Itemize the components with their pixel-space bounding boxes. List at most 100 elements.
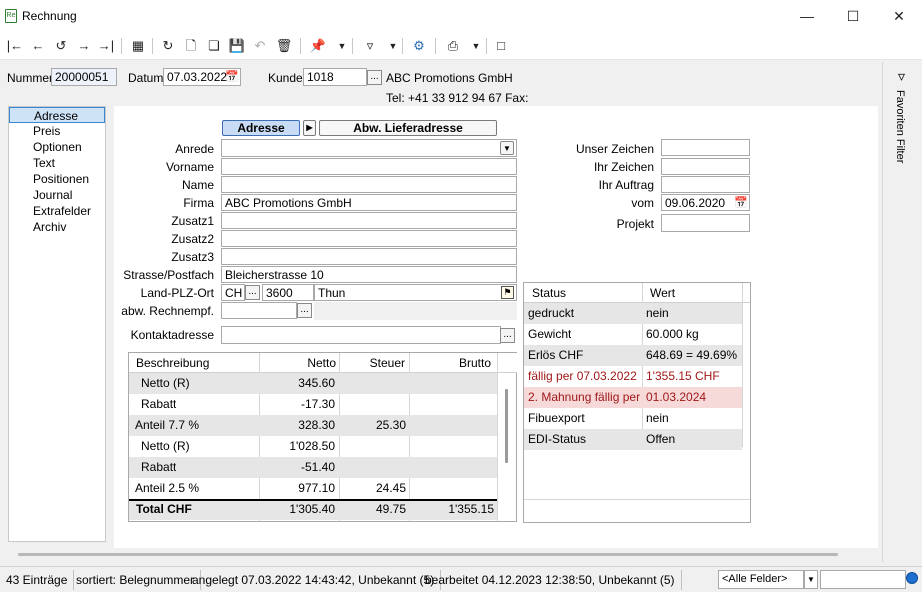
column-header-brutto[interactable]: Brutto	[409, 353, 491, 373]
search-input[interactable]	[820, 570, 906, 589]
ihr-auftrag-field[interactable]	[661, 176, 750, 193]
column-header-netto[interactable]: Netto	[261, 353, 336, 373]
print-dropdown-icon[interactable]: ▼	[466, 36, 486, 56]
map-icon[interactable]: ⚑	[501, 286, 514, 299]
column-header-beschreibung[interactable]: Beschreibung	[136, 353, 209, 373]
search-go-icon[interactable]	[906, 572, 918, 584]
chevron-down-icon[interactable]: ▼	[500, 141, 514, 155]
zusatz3-field[interactable]	[221, 248, 517, 265]
nav-item-preis[interactable]: Preis	[9, 123, 105, 139]
zusatz1-label: Zusatz1	[171, 214, 214, 228]
total-row[interactable]: Total CHF 1'305.40 49.75 1'355.15	[129, 499, 497, 520]
undo-icon[interactable]: ↶	[250, 36, 270, 56]
refresh-icon[interactable]: ↻	[158, 36, 178, 56]
land-field[interactable]: CH	[221, 284, 245, 301]
record-count: 43 Einträge	[0, 570, 75, 590]
kunde-contact: Tel: +41 33 912 94 67 Fax:	[386, 91, 529, 105]
table-row[interactable]: gedruckt nein	[524, 303, 742, 324]
print-icon[interactable]: ⎙	[443, 36, 463, 56]
export-icon[interactable]: □	[491, 36, 511, 56]
table-row[interactable]: Erlös CHF 648.69 = 49.69%	[524, 345, 742, 366]
search-field-select[interactable]: <Alle Felder>	[718, 570, 804, 589]
nav-item-positionen[interactable]: Positionen	[9, 171, 105, 187]
table-row[interactable]: Anteil 2.5 % 977.10 24.45	[129, 478, 497, 499]
table-view-icon[interactable]: ▦	[128, 36, 148, 56]
firma-field[interactable]: ABC Promotions GmbH	[221, 194, 517, 211]
projekt-field[interactable]	[661, 214, 750, 232]
nav-item-adresse[interactable]: Adresse	[9, 107, 105, 123]
favorites-filter-panel[interactable]: ▿ Favoriten Filter	[882, 62, 922, 562]
nav-item-text[interactable]: Text	[9, 155, 105, 171]
ihr-zeichen-field[interactable]	[661, 158, 750, 175]
rechnempf-lookup-button[interactable]: ...	[297, 303, 312, 318]
vorname-field[interactable]	[221, 158, 517, 175]
pin-dropdown-icon[interactable]: ▼	[332, 36, 352, 56]
table-row[interactable]: Gewicht 60.000 kg	[524, 324, 742, 345]
kontakt-lookup-button[interactable]: ...	[500, 328, 515, 343]
history-icon[interactable]: ↺	[51, 36, 71, 56]
land-lookup-button[interactable]: ...	[245, 285, 260, 300]
table-row[interactable]: EDI-Status Offen	[524, 429, 742, 450]
last-record-icon[interactable]: →|	[96, 36, 116, 56]
status-table[interactable]: Status Wert gedruckt nein Gewicht 60.000…	[523, 282, 751, 523]
kunde-field[interactable]: 1018	[303, 68, 367, 86]
horizontal-scrollbar[interactable]	[18, 553, 838, 556]
name-field[interactable]	[221, 176, 517, 193]
ort-field[interactable]: Thun	[314, 284, 517, 301]
nav-item-extrafelder[interactable]: Extrafelder	[9, 203, 105, 219]
column-header-wert[interactable]: Wert	[650, 283, 675, 303]
delete-document-icon[interactable]: 🗑	[274, 36, 294, 56]
ihr-auftrag-label: Ihr Auftrag	[598, 178, 654, 192]
table-row[interactable]: Rabatt -17.30	[129, 394, 497, 415]
table-row[interactable]: fällig per 07.03.2022 1'355.15 CHF	[524, 366, 742, 387]
unser-zeichen-field[interactable]	[661, 139, 750, 156]
nummer-field[interactable]: 20000051	[51, 68, 117, 86]
totals-table[interactable]: Beschreibung Netto Steuer Brutto Netto (…	[128, 352, 517, 522]
table-row[interactable]: Fibuexport nein	[524, 408, 742, 429]
next-record-icon[interactable]: →	[74, 36, 94, 56]
pin-icon[interactable]: 📌	[308, 36, 328, 56]
table-row[interactable]: 2. Mahnung fällig per 01.03.2024	[524, 387, 742, 408]
plz-field[interactable]: 3600	[262, 284, 314, 301]
zusatz2-field[interactable]	[221, 230, 517, 247]
kunde-lookup-button[interactable]: ...	[367, 70, 382, 85]
tab-lieferadresse[interactable]: Abw. Lieferadresse	[319, 120, 497, 136]
table-row[interactable]: Netto (R) 1'028.50	[129, 436, 497, 457]
table-row[interactable]: Anteil 7.7 % 328.30 25.30	[129, 415, 497, 436]
sort-info: sortiert: Belegnummer	[70, 570, 202, 590]
table-row[interactable]: Rabatt -51.40	[129, 457, 497, 478]
copy-icon[interactable]: ❏	[204, 36, 224, 56]
nav-item-journal[interactable]: Journal	[9, 187, 105, 203]
vorname-label: Vorname	[165, 160, 214, 174]
anrede-label: Anrede	[175, 142, 214, 156]
window-title: Rechnung	[22, 9, 77, 23]
filter-dropdown-icon[interactable]: ▼	[383, 36, 403, 56]
chevron-down-icon[interactable]: ▼	[804, 570, 818, 589]
filter-icon[interactable]: ▿	[360, 36, 380, 56]
close-button[interactable]: ✕	[876, 0, 922, 32]
kontakt-field[interactable]	[221, 326, 501, 344]
column-header-steuer[interactable]: Steuer	[329, 353, 405, 373]
settings-icon[interactable]: ⚙	[409, 36, 429, 56]
calendar-icon[interactable]: 📅	[225, 70, 239, 84]
first-record-icon[interactable]: |←	[5, 36, 25, 56]
zusatz1-field[interactable]	[221, 212, 517, 229]
table-scrollbar[interactable]	[505, 389, 508, 463]
nav-item-optionen[interactable]: Optionen	[9, 139, 105, 155]
tab-adresse[interactable]: Adresse	[222, 120, 300, 136]
anrede-select[interactable]	[221, 139, 517, 157]
save-icon[interactable]: 💾	[227, 36, 247, 56]
new-document-icon[interactable]: 🗋	[181, 36, 201, 56]
minimize-button[interactable]: —	[784, 0, 830, 32]
previous-record-icon[interactable]: ←	[28, 36, 48, 56]
maximize-button[interactable]: ☐	[830, 0, 876, 32]
strasse-field[interactable]: Bleicherstrasse 10	[221, 266, 517, 283]
rechnempf-field[interactable]	[221, 302, 297, 319]
column-header-status[interactable]: Status	[532, 283, 566, 303]
toolbar-separator	[300, 38, 301, 54]
table-row[interactable]: Netto (R) 345.60	[129, 373, 497, 394]
row-netto: -17.30	[300, 397, 335, 411]
calendar-icon[interactable]: 📅	[734, 196, 748, 210]
tab-switch-arrow-icon[interactable]: ▶	[303, 120, 316, 136]
nav-item-archiv[interactable]: Archiv	[9, 219, 105, 235]
